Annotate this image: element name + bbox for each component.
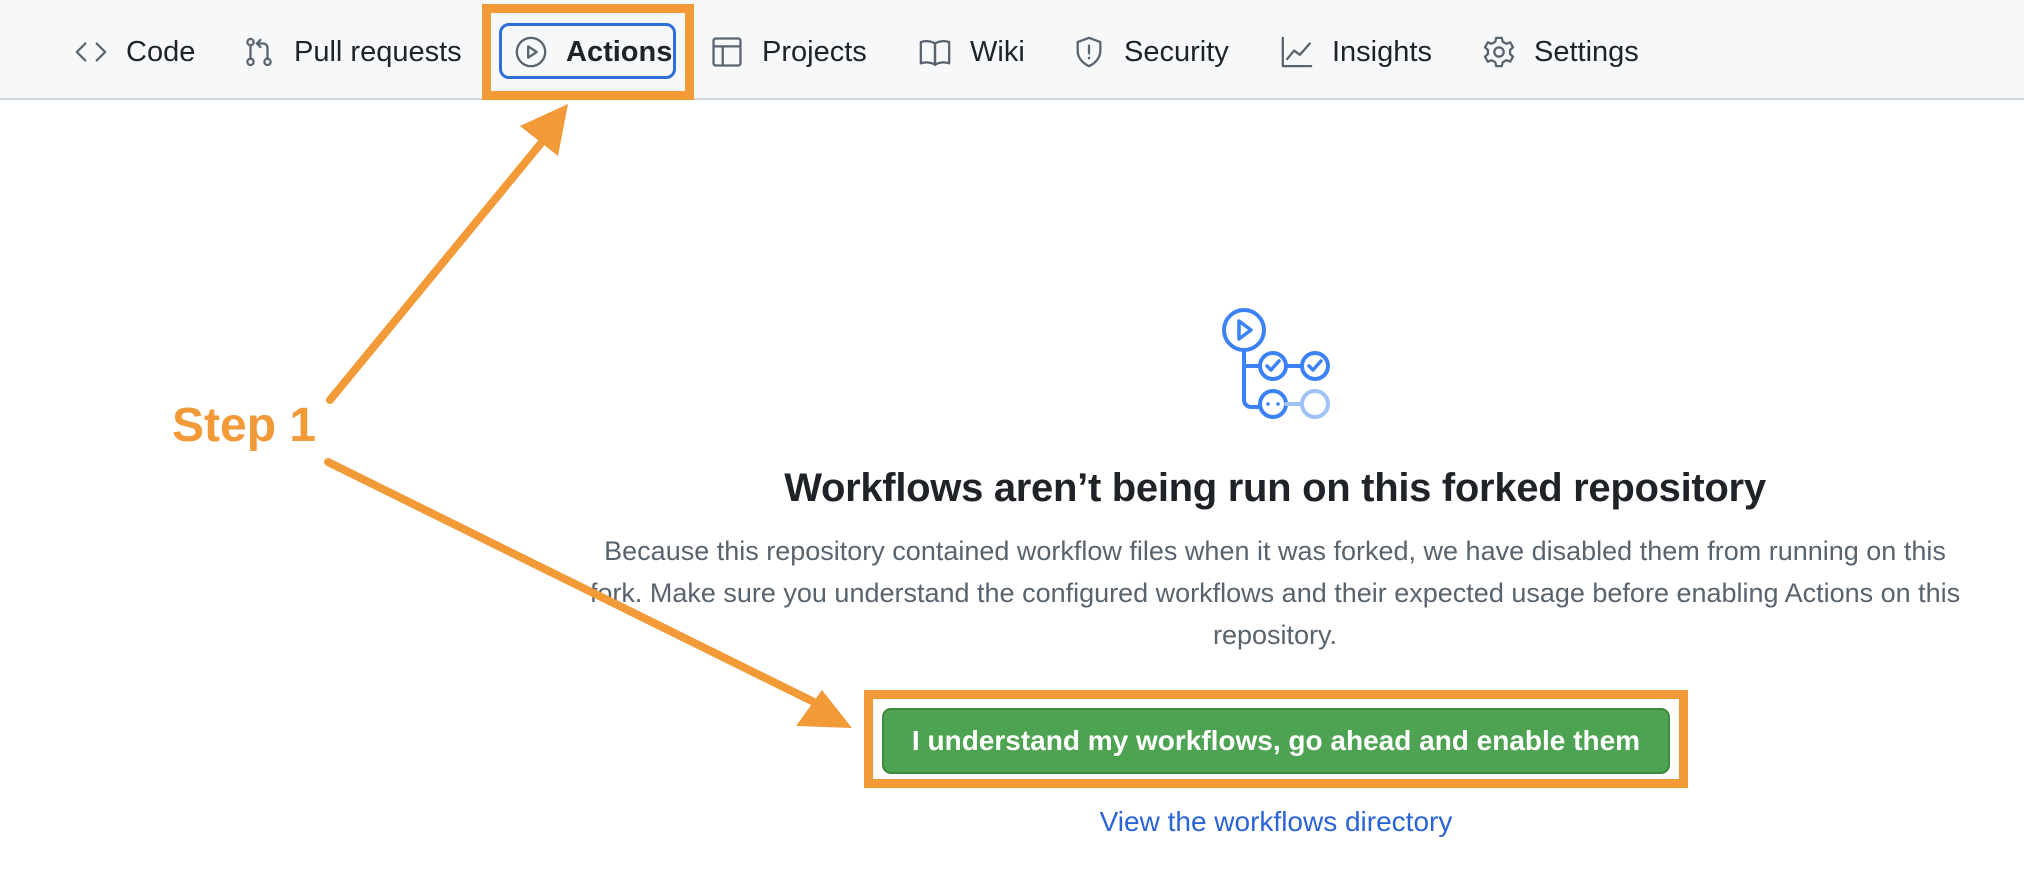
gear-icon xyxy=(1483,36,1515,68)
tab-settings-label: Settings xyxy=(1534,35,1639,68)
highlight-box-actions-tab xyxy=(482,4,694,100)
tab-projects[interactable]: Projects xyxy=(710,22,867,82)
tab-pull-requests[interactable]: Pull requests xyxy=(242,22,462,82)
tab-insights-label: Insights xyxy=(1332,35,1432,68)
tab-settings[interactable]: Settings xyxy=(1482,22,1639,82)
book-icon xyxy=(919,40,951,66)
tab-security[interactable]: Security xyxy=(1072,22,1229,82)
graph-icon xyxy=(1281,36,1313,68)
page-heading: Workflows aren’t being run on this forke… xyxy=(784,466,1766,510)
tab-security-label: Security xyxy=(1124,35,1229,68)
tab-insights[interactable]: Insights xyxy=(1280,22,1432,82)
pull-request-icon xyxy=(246,37,272,67)
tab-pull-requests-label: Pull requests xyxy=(294,35,462,68)
step-1-label: Step 1 xyxy=(172,399,317,452)
repo-nav: Code Pull requests Actions Projects Wiki… xyxy=(0,0,2024,100)
tab-wiki[interactable]: Wiki xyxy=(918,22,1025,82)
workflow-icon xyxy=(1222,308,1330,419)
view-workflows-directory-link[interactable]: View the workflows directory xyxy=(900,806,1652,838)
page-description: Because this repository contained workfl… xyxy=(589,536,1961,650)
tab-projects-label: Projects xyxy=(762,35,867,68)
tab-code-label: Code xyxy=(126,35,196,68)
enable-workflows-button[interactable]: I understand my workflows, go ahead and … xyxy=(882,708,1670,774)
tab-wiki-label: Wiki xyxy=(970,35,1025,68)
shield-icon xyxy=(1076,36,1102,68)
code-icon xyxy=(75,42,107,62)
table-icon xyxy=(712,37,742,67)
tab-code[interactable]: Code xyxy=(74,22,195,82)
